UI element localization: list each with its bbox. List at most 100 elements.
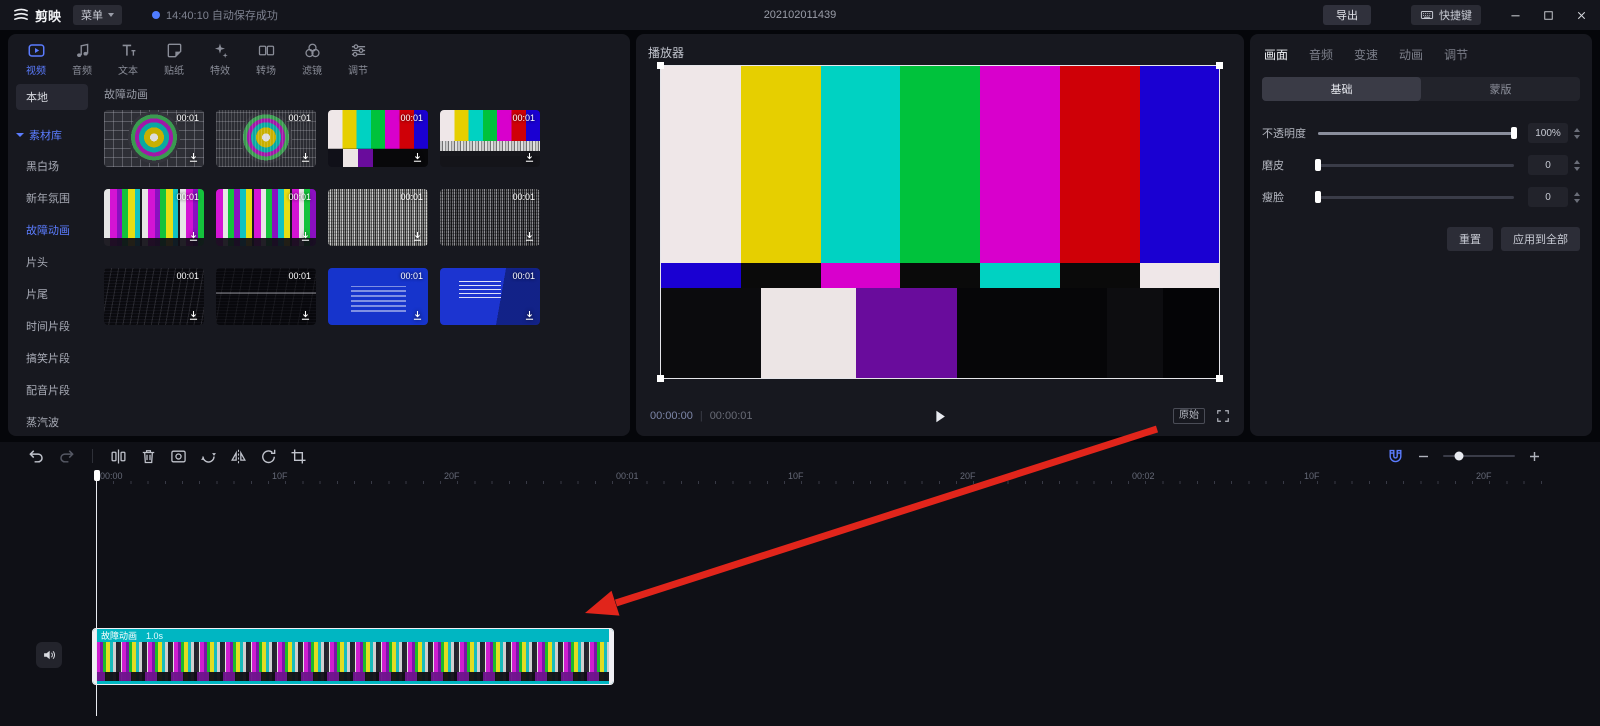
zoom-in-button[interactable]	[1527, 449, 1542, 464]
media-tab-特效[interactable]: 特效	[198, 38, 242, 80]
library-item[interactable]: 00:01	[328, 268, 428, 325]
sidebar-item-片头[interactable]: 片头	[8, 246, 96, 278]
slider-knob[interactable]	[1315, 191, 1321, 203]
stepper-down-icon[interactable]	[1574, 199, 1580, 203]
track-mute-button[interactable]	[36, 642, 62, 668]
playhead[interactable]	[96, 470, 97, 716]
stepper-up-icon[interactable]	[1574, 192, 1580, 196]
reset-button[interactable]: 重置	[1447, 227, 1493, 251]
sidebar-item-配音片段[interactable]: 配音片段	[8, 374, 96, 406]
timeline-ruler[interactable]: 00:0010F20F00:0110F20F00:0210F20F	[0, 470, 1600, 484]
media-tab-调节[interactable]: 调节	[336, 38, 380, 80]
sidebar-item-搞笑片段[interactable]: 搞笑片段	[8, 342, 96, 374]
media-tab-转场[interactable]: 转场	[244, 38, 288, 80]
props-tab-音频[interactable]: 音频	[1309, 46, 1333, 63]
play-button[interactable]	[932, 408, 949, 425]
library-item[interactable]: 00:01	[216, 110, 316, 167]
selection-handle[interactable]	[657, 62, 664, 69]
selection-handle[interactable]	[1216, 375, 1223, 382]
download-icon[interactable]	[299, 309, 312, 322]
library-item[interactable]: 00:01	[216, 268, 316, 325]
media-tab-滤镜[interactable]: 滤镜	[290, 38, 334, 80]
download-icon[interactable]	[187, 230, 200, 243]
timeline-clip[interactable]: 故障动画 1.0s	[92, 628, 614, 685]
props-tab-变速[interactable]: 变速	[1354, 46, 1378, 63]
selection-handle[interactable]	[1216, 62, 1223, 69]
stepper-up-icon[interactable]	[1574, 128, 1580, 132]
stepper-up-icon[interactable]	[1574, 160, 1580, 164]
download-icon[interactable]	[299, 151, 312, 164]
download-icon[interactable]	[523, 230, 536, 243]
video-preview[interactable]	[660, 65, 1220, 379]
library-item[interactable]: 00:01	[440, 268, 540, 325]
stepper-down-icon[interactable]	[1574, 167, 1580, 171]
download-icon[interactable]	[299, 230, 312, 243]
library-item[interactable]: 00:01	[328, 110, 428, 167]
undo-button[interactable]	[28, 448, 45, 465]
slider-knob[interactable]	[1511, 127, 1517, 139]
subtab-蒙版[interactable]: 蒙版	[1421, 77, 1580, 101]
props-tab-动画[interactable]: 动画	[1399, 46, 1423, 63]
download-icon[interactable]	[187, 151, 200, 164]
zoom-slider[interactable]	[1443, 455, 1515, 457]
sidebar-item-片尾[interactable]: 片尾	[8, 278, 96, 310]
zoom-slider-knob[interactable]	[1455, 452, 1464, 461]
value-stepper[interactable]	[1574, 128, 1580, 139]
selection-handle[interactable]	[657, 375, 664, 382]
close-button[interactable]	[1575, 9, 1588, 22]
props-tab-调节[interactable]: 调节	[1444, 46, 1468, 63]
download-icon[interactable]	[411, 230, 424, 243]
library-item[interactable]: 00:01	[104, 189, 204, 246]
media-tab-视频[interactable]: 视频	[14, 38, 58, 80]
redo-button[interactable]	[58, 448, 75, 465]
slider-track[interactable]	[1318, 164, 1514, 167]
sidebar-item-蒸汽波[interactable]: 蒸汽波	[8, 406, 96, 436]
sidebar-item-时间片段[interactable]: 时间片段	[8, 310, 96, 342]
crop-button[interactable]	[290, 448, 307, 465]
ratio-button[interactable]: 原始	[1173, 408, 1205, 424]
value-stepper[interactable]	[1574, 192, 1580, 203]
reverse-button[interactable]	[200, 448, 217, 465]
rotate-button[interactable]	[260, 448, 277, 465]
media-tab-音频[interactable]: 音频	[60, 38, 104, 80]
fullscreen-button[interactable]	[1216, 409, 1230, 423]
menu-button[interactable]: 菜单	[73, 5, 122, 25]
export-button[interactable]: 导出	[1323, 5, 1371, 25]
sidebar-item-新年氛围[interactable]: 新年氛围	[8, 182, 96, 214]
zoom-out-button[interactable]	[1416, 449, 1431, 464]
library-item[interactable]: 00:01	[216, 189, 316, 246]
sidebar-item-故障动画[interactable]: 故障动画	[8, 214, 96, 246]
slider-knob[interactable]	[1315, 159, 1321, 171]
library-item[interactable]: 00:01	[440, 110, 540, 167]
slider-track[interactable]	[1318, 196, 1514, 199]
mirror-button[interactable]	[230, 448, 247, 465]
media-tab-文本[interactable]: 文本	[106, 38, 150, 80]
download-icon[interactable]	[411, 151, 424, 164]
sidebar-item-黑白场[interactable]: 黑白场	[8, 150, 96, 182]
playhead-handle[interactable]	[94, 470, 100, 481]
download-icon[interactable]	[187, 309, 200, 322]
sidebar-item-本地[interactable]: 本地	[16, 84, 88, 110]
slider-track[interactable]	[1318, 132, 1514, 135]
value-stepper[interactable]	[1574, 160, 1580, 171]
download-icon[interactable]	[523, 151, 536, 164]
library-item[interactable]: 00:01	[328, 189, 428, 246]
freeze-button[interactable]	[170, 448, 187, 465]
snap-magnet-button[interactable]	[1387, 448, 1404, 465]
maximize-button[interactable]	[1542, 9, 1555, 22]
stepper-down-icon[interactable]	[1574, 135, 1580, 139]
props-tab-画面[interactable]: 画面	[1264, 46, 1288, 63]
minimize-button[interactable]	[1509, 9, 1522, 22]
library-item[interactable]: 00:01	[104, 268, 204, 325]
shortcut-button[interactable]: 快捷键	[1411, 5, 1481, 25]
sidebar-item-素材库[interactable]: 素材库	[8, 120, 96, 150]
download-icon[interactable]	[523, 309, 536, 322]
library-item[interactable]: 00:01	[104, 110, 204, 167]
split-button[interactable]	[110, 448, 127, 465]
subtab-基础[interactable]: 基础	[1262, 77, 1421, 101]
library-item[interactable]: 00:01	[440, 189, 540, 246]
apply-all-button[interactable]: 应用到全部	[1501, 227, 1580, 251]
media-tab-贴纸[interactable]: 贴纸	[152, 38, 196, 80]
download-icon[interactable]	[411, 309, 424, 322]
delete-button[interactable]	[140, 448, 157, 465]
